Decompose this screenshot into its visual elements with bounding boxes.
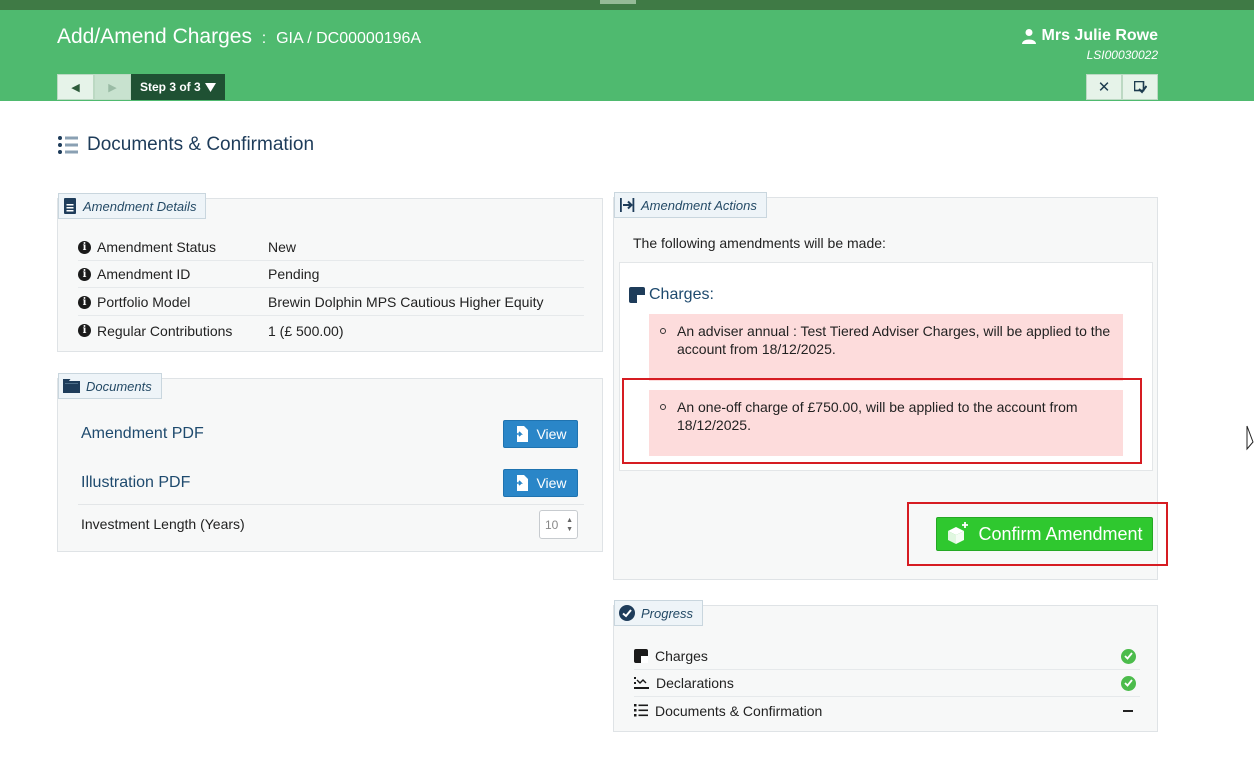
detail-label: Amendment ID bbox=[97, 266, 191, 282]
detail-value: New bbox=[268, 239, 297, 255]
charges-heading-text: Charges: bbox=[649, 286, 714, 303]
complete-check-icon bbox=[1121, 675, 1136, 691]
stepper-arrows-icon[interactable]: ▲ ▼ bbox=[566, 516, 573, 534]
charges-icon bbox=[629, 287, 645, 303]
section-heading: Documents & Confirmation bbox=[57, 134, 314, 156]
progress-step-label: Documents & Confirmation bbox=[655, 702, 823, 719]
progress-step[interactable]: Charges bbox=[634, 643, 1140, 670]
progress-step-label: Declarations bbox=[656, 675, 734, 691]
in-progress-dash-icon bbox=[1123, 709, 1133, 712]
info-icon: i bbox=[78, 240, 91, 254]
close-icon: ✕ bbox=[1097, 79, 1111, 96]
divider bbox=[78, 504, 584, 505]
detail-label: Portfolio Model bbox=[97, 294, 191, 310]
investment-length-value: 10 bbox=[545, 517, 559, 532]
page-subtitle: GIA / DC00000196A bbox=[276, 30, 422, 47]
page-header: Add/Amend Charges : GIA / DC00000196A Mr… bbox=[0, 10, 1254, 101]
user-info: Mrs Julie Rowe LSI00030022 bbox=[1021, 27, 1158, 62]
detail-row: i Amendment Status New bbox=[78, 234, 584, 261]
list-icon bbox=[58, 136, 78, 154]
header-actions: ✕ bbox=[1086, 74, 1158, 100]
next-arrow-icon: ▶ bbox=[108, 81, 117, 94]
page-title: Add/Amend Charges : GIA / DC00000196A bbox=[57, 25, 421, 49]
amendment-details-legend-text: Amendment Details bbox=[83, 198, 197, 214]
file-view-icon bbox=[514, 475, 529, 491]
save-check-icon bbox=[1133, 80, 1147, 94]
folder-icon bbox=[63, 379, 80, 393]
progress-step[interactable]: Declarations bbox=[634, 670, 1140, 697]
declarations-icon bbox=[634, 676, 649, 689]
amendments-intro: The following amendments will be made: bbox=[633, 235, 886, 251]
user-icon bbox=[1021, 29, 1036, 44]
amendment-actions-legend: Amendment Actions bbox=[614, 192, 767, 218]
charge-item: An adviser annual : Test Tiered Adviser … bbox=[649, 314, 1123, 381]
section-title: Documents & Confirmation bbox=[87, 134, 315, 155]
prev-step-button[interactable]: ◀ bbox=[57, 74, 94, 100]
step-navigation: ◀ ▶ Step 3 of 3 bbox=[57, 74, 225, 100]
mouse-cursor-icon bbox=[1246, 425, 1254, 451]
user-ref: LSI00030022 bbox=[1086, 48, 1158, 62]
detail-label: Regular Contributions bbox=[97, 322, 233, 339]
highlight-box bbox=[907, 502, 1168, 566]
documents-panel: Documents Amendment PDF View Illustratio… bbox=[57, 373, 603, 552]
close-button[interactable]: ✕ bbox=[1086, 74, 1122, 100]
user-name[interactable]: Mrs Julie Rowe bbox=[1021, 27, 1158, 45]
step-label: Step 3 of 3 bbox=[140, 80, 201, 94]
check-circle-icon bbox=[619, 605, 635, 621]
view-button-label: View bbox=[536, 426, 567, 442]
user-name-text: Mrs Julie Rowe bbox=[1041, 27, 1158, 44]
investment-length-stepper[interactable]: 10 ▲ ▼ bbox=[539, 510, 578, 539]
complete-check-icon bbox=[1121, 648, 1136, 664]
bullet-icon bbox=[660, 328, 666, 334]
amendment-details-panel: Amendment Details i Amendment Status New i… bbox=[57, 193, 603, 352]
detail-value: Brewin Dolphin MPS Cautious Higher Equit… bbox=[268, 294, 544, 310]
title-separator: : bbox=[261, 30, 267, 47]
view-illustration-pdf-button[interactable]: View bbox=[503, 469, 578, 497]
progress-step[interactable]: Documents & Confirmation bbox=[634, 697, 1140, 724]
caret-down-icon bbox=[204, 82, 216, 92]
amendment-actions-legend-text: Amendment Actions bbox=[641, 197, 757, 213]
illustration-pdf-label: Illustration PDF bbox=[81, 474, 191, 491]
info-icon: i bbox=[78, 267, 91, 281]
detail-value: 1 (£ 500.00) bbox=[268, 322, 344, 339]
investment-length-label: Investment Length (Years) bbox=[81, 516, 245, 532]
info-icon: i bbox=[78, 295, 91, 309]
prev-arrow-icon: ◀ bbox=[71, 81, 80, 94]
amendment-pdf-label: Amendment PDF bbox=[81, 425, 204, 442]
progress-panel: Progress Charges Declarations Documents … bbox=[613, 600, 1158, 732]
view-button-label: View bbox=[536, 475, 567, 491]
detail-label: Amendment Status bbox=[97, 239, 217, 255]
detail-value: Pending bbox=[268, 266, 320, 282]
file-view-icon bbox=[514, 426, 529, 442]
charges-icon bbox=[634, 649, 648, 663]
charges-heading: Charges: bbox=[629, 286, 714, 304]
progress-legend: Progress bbox=[614, 600, 704, 626]
progress-legend-text: Progress bbox=[641, 605, 694, 621]
charge-item-text: An adviser annual : Test Tiered Adviser … bbox=[677, 323, 1111, 357]
documents-legend: Documents bbox=[58, 373, 162, 399]
amendment-details-legend: Amendment Details bbox=[58, 193, 207, 219]
document-icon bbox=[64, 198, 76, 214]
detail-row: i Amendment ID Pending bbox=[78, 261, 584, 288]
list-icon bbox=[634, 704, 648, 717]
progress-step-label: Charges bbox=[655, 648, 708, 664]
detail-row: i Portfolio Model Brewin Dolphin MPS Cauti… bbox=[78, 289, 584, 316]
top-strip bbox=[0, 0, 1254, 10]
save-button[interactable] bbox=[1122, 74, 1158, 100]
next-step-button[interactable]: ▶ bbox=[94, 74, 131, 100]
sign-in-icon bbox=[620, 198, 635, 212]
top-strip-mark bbox=[600, 0, 636, 4]
documents-legend-text: Documents bbox=[86, 378, 152, 394]
step-dropdown[interactable]: Step 3 of 3 bbox=[131, 74, 225, 100]
info-icon: i bbox=[78, 324, 91, 337]
view-amendment-pdf-button[interactable]: View bbox=[503, 420, 578, 448]
page-title-text: Add/Amend Charges bbox=[57, 25, 252, 48]
detail-row: i Regular Contributions 1 (£ 500.00) bbox=[78, 317, 584, 344]
highlight-box bbox=[622, 378, 1142, 464]
